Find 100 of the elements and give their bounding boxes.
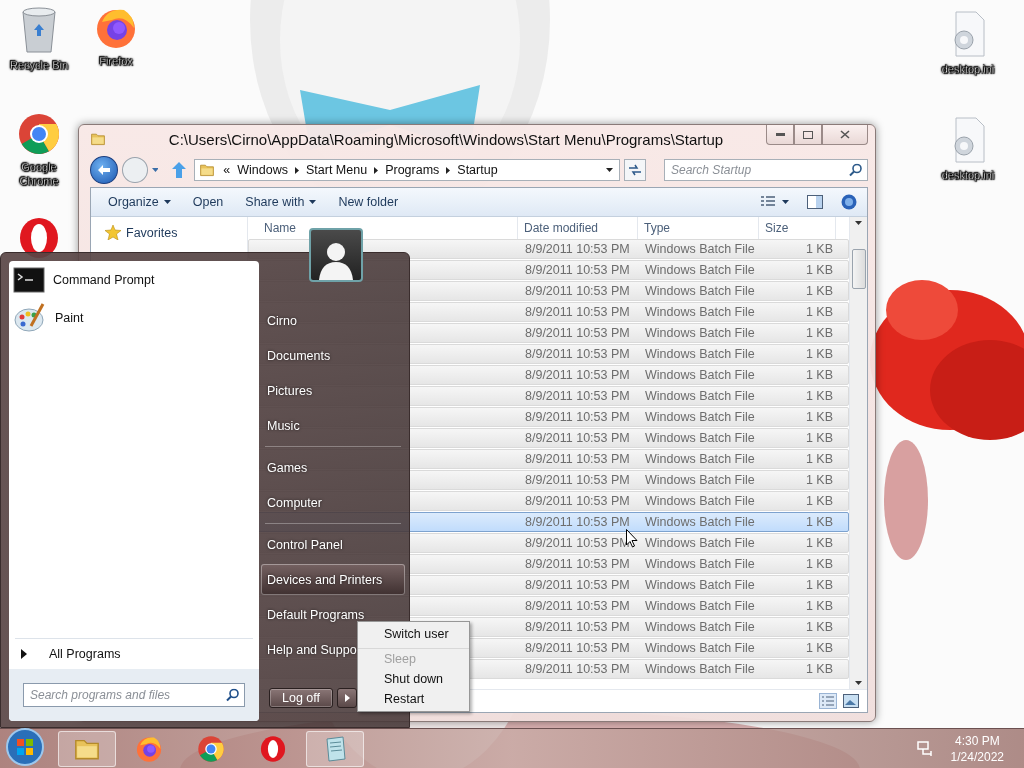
toolbar-button[interactable]: Open [185,192,231,212]
minimize-button[interactable] [766,125,794,145]
scrollbar[interactable] [849,217,867,689]
help-icon[interactable] [841,194,857,210]
up-arrow-icon[interactable] [172,162,187,178]
table-cell-text: 8/9/2011 10:53 PM [524,284,630,298]
toolbar-button[interactable]: Organize [101,192,178,212]
breadcrumb-item[interactable]: Start Menu [306,163,368,177]
breadcrumb-overflow[interactable]: « [223,163,231,177]
table-cell-text: 8/9/2011 10:53 PM [524,389,630,403]
preview-pane-icon[interactable] [807,195,823,209]
program-item[interactable]: Paint [55,311,84,325]
folder-icon [199,162,216,178]
power-options-button[interactable] [337,688,357,708]
places-link[interactable]: Devices and Printers [261,564,405,595]
log-off-button[interactable]: Log off [269,688,333,708]
scroll-down-icon [855,681,862,685]
nav-item[interactable]: Favorites [126,225,178,240]
search-field[interactable]: Search programs and files [23,683,245,707]
table-cell-text: Windows Batch File [644,473,755,487]
program-item[interactable]: Command Prompt [53,273,155,287]
table-cell-text: 1 KB [804,389,834,403]
table-cell-text: 1 KB [804,536,834,550]
table-cell-text: Windows Batch File [644,242,755,256]
table-cell-text: 1 KB [804,515,834,529]
table-cell-text: 1 KB [804,557,834,571]
table-cell-text: 1 KB [804,641,834,655]
palette-icon [13,302,47,334]
table-cell-text: 1 KB [804,410,834,424]
table-cell-text: 8/9/2011 10:53 PM [524,347,630,361]
search-icon[interactable] [226,688,239,702]
toolbar-button[interactable]: Share with [238,192,324,212]
scroll-thumb[interactable] [851,249,866,289]
dropdown-caret-icon [606,168,614,172]
refresh-button[interactable] [624,159,646,181]
table-cell-text: Windows Batch File [644,368,755,382]
table-cell-text: 1 KB [804,599,834,613]
expand-arrow-icon [21,649,27,659]
table-cell-text: 8/9/2011 10:53 PM [524,578,630,592]
start-orb-icon[interactable] [6,728,44,766]
table-cell-text: Windows Batch File [644,557,755,571]
table-cell-text: Windows Batch File [644,599,755,613]
table-cell-text: 8/9/2011 10:53 PM [524,557,630,571]
back-button[interactable] [90,156,118,184]
table-cell-text: 1 KB [804,284,834,298]
view-options-icon[interactable] [761,196,789,208]
back-arrow-icon [97,165,110,175]
table-cell-text: Windows Batch File [644,431,755,445]
scroll-up-icon [855,221,862,225]
terminal-icon [13,266,45,294]
breadcrumb-item[interactable]: Windows [237,163,288,177]
table-cell-text: Windows Batch File [644,410,755,424]
table-cell-text: Windows Batch File [644,578,755,592]
chevron-icon [374,166,379,174]
maximize-button[interactable] [794,125,822,145]
table-cell-text: Windows Batch File [644,515,755,529]
table-cell-text: Windows Batch File [644,284,755,298]
firefox-icon [135,734,163,763]
table-cell-text: Windows Batch File [644,662,755,676]
caret-icon [163,200,171,204]
folder-icon [90,131,106,147]
breadcrumb-item[interactable]: Programs [385,163,440,177]
toolbar-button[interactable]: New folder [331,192,406,212]
table-cell-text: 8/9/2011 10:53 PM [524,473,630,487]
star-icon [105,225,121,240]
arrow-icon [344,694,350,702]
table-cell-text: Windows Batch File [644,263,755,277]
close-button[interactable] [822,125,868,145]
table-cell-text: 1 KB [804,347,834,361]
table-cell-text: 8/9/2011 10:53 PM [524,662,630,676]
table-cell-text: 1 KB [804,578,834,592]
minimize-icon [775,133,785,136]
chevron-icon [295,166,299,174]
address-bar[interactable]: « Windows Start Menu Programs Startup [194,159,621,181]
close-icon [840,130,850,139]
table-cell-text: 8/9/2011 10:53 PM [524,263,630,277]
all-programs-link[interactable]: All Programs [49,647,121,661]
large-icons-view-icon[interactable] [843,694,859,708]
search-field[interactable]: Search Startup [664,159,868,181]
table-cell-text: 1 KB [804,431,834,445]
breadcrumb-item[interactable]: Startup [457,163,498,177]
table-cell-text: 1 KB [804,263,834,277]
search-icon[interactable] [849,163,862,177]
table-cell-text: 8/9/2011 10:53 PM [524,494,630,508]
table-cell-text: 1 KB [804,305,834,319]
refresh-icon [628,164,643,176]
table-cell-text: Windows Batch File [644,452,755,466]
table-cell-text: Windows Batch File [644,620,755,634]
menu-item[interactable]: Restart [358,689,469,709]
table-cell-text: 1 KB [804,494,834,508]
window-title: C:\Users\Cirno\AppData\Roaming\Microsoft\Windows\Start Menu\Programs\Startup [167,130,725,148]
network-icon[interactable] [916,740,933,757]
taskbar-button[interactable] [306,730,364,767]
table-cell-text: 8/9/2011 10:53 PM [524,368,630,382]
taskbar-button[interactable] [58,730,116,767]
chevron-icon [446,166,451,174]
table-cell-text: 1 KB [804,473,834,487]
maximize-icon [803,130,813,139]
table-cell-text: 8/9/2011 10:53 PM [524,452,630,466]
opera-icon [259,734,287,763]
